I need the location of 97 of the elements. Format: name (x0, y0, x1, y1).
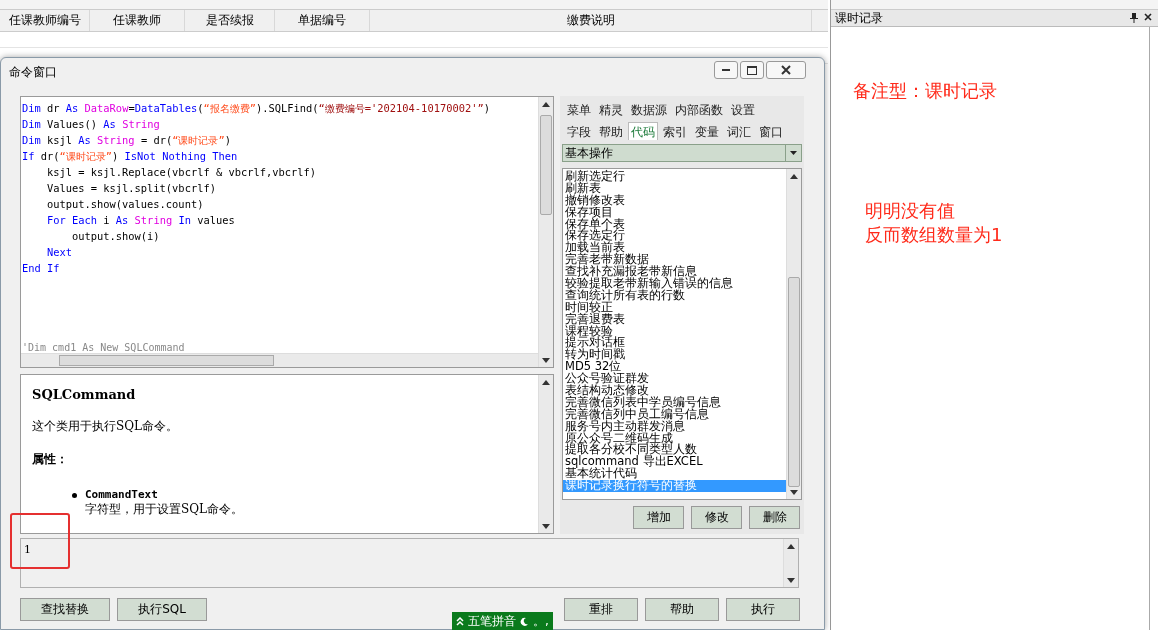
property-name: CommandText (85, 488, 159, 501)
code-editor[interactable] (20, 96, 554, 368)
snippet-item[interactable]: 撤销修改表 (563, 194, 786, 207)
action-button[interactable]: 执行SQL (117, 598, 207, 621)
action-button[interactable]: 查找替换 (20, 598, 110, 621)
maximize-icon (747, 65, 757, 75)
code-line: For Each i As String In values (47, 213, 236, 228)
tool-tab[interactable]: 索引 (660, 122, 690, 140)
tool-tab[interactable]: 代码 (628, 122, 658, 140)
maximize-button[interactable] (740, 61, 764, 79)
scroll-up-icon[interactable] (542, 380, 550, 385)
tool-tab[interactable]: 词汇 (724, 122, 754, 140)
ime-label: 五笔拼音 (468, 612, 516, 630)
close-button[interactable] (766, 61, 806, 79)
tool-tab[interactable]: 变量 (692, 122, 722, 140)
vertical-scrollbar[interactable] (783, 539, 798, 587)
bullet-icon (72, 493, 77, 498)
snippet-item[interactable]: 服务号内主动群发消息 (563, 420, 786, 433)
input-method-bar[interactable]: 五笔拼音 。, (452, 612, 553, 630)
help-text: 这个类用于执行SQL命令。 (32, 418, 180, 435)
caret-icon (790, 151, 797, 155)
column-header[interactable]: 任课教师编号 (0, 10, 90, 31)
tool-tab[interactable]: 设置 (728, 100, 758, 118)
help-title: SQLCommand (32, 387, 137, 402)
snippet-item[interactable]: 完善微信列中员工编号信息 (563, 408, 786, 421)
scroll-down-icon[interactable] (790, 490, 798, 495)
pin-icon[interactable] (1130, 13, 1138, 23)
tool-tab[interactable]: 窗口 (756, 122, 786, 140)
panel-title: 课时记录 (835, 9, 883, 27)
snippet-button[interactable]: 修改 (691, 506, 742, 529)
scroll-down-icon[interactable] (787, 578, 795, 583)
snippet-item[interactable]: 时间较正 (563, 301, 786, 314)
scroll-up-icon[interactable] (542, 102, 550, 107)
tool-tab[interactable]: 菜单 (564, 100, 594, 118)
minimize-icon (722, 69, 730, 71)
column-header[interactable]: 任课教师 (90, 10, 185, 31)
snippet-button[interactable]: 增加 (633, 506, 684, 529)
code-line: output.show(values.count) (47, 197, 205, 212)
horizontal-scrollbar[interactable] (21, 353, 538, 367)
snippet-item[interactable]: 刷新选定行 (563, 171, 786, 183)
vertical-scrollbar[interactable] (786, 169, 801, 499)
code-line: Dim ksjl As String = dr(“课时记录”) (22, 133, 232, 148)
snippet-item[interactable]: 公众号验证群发 (563, 373, 786, 386)
ime-label: 。, (533, 612, 549, 630)
action-button[interactable]: 执行 (726, 598, 800, 621)
text-area[interactable]: 备注型：课时记录 明明没有值 反而数组数量为1 (831, 27, 1150, 630)
snippet-item[interactable]: 查找补充漏报老带新信息 (563, 266, 786, 278)
code-line: Dim Values() As String (22, 117, 161, 132)
help-heading: 属性： (32, 451, 69, 468)
snippet-item[interactable]: 完善微信列表中学员编号信息 (563, 396, 786, 409)
action-button[interactable]: 帮助 (645, 598, 719, 621)
snippet-item[interactable]: 基本统计代码 (563, 468, 786, 481)
output-text: 1 (24, 543, 31, 556)
code-line: 'Dim cmd1 As New SQLCommand (22, 342, 185, 353)
action-button[interactable]: 重排 (564, 598, 638, 621)
snippet-item[interactable]: sqlcommand 导出EXCEL (563, 456, 786, 469)
column-header[interactable]: 单据编号 (275, 10, 370, 31)
scroll-down-icon[interactable] (542, 358, 550, 363)
code-line: Values = ksjl.split(vbcrlf) (47, 181, 217, 196)
code-line: End If (22, 261, 61, 276)
code-line: Dim dr As DataRow=DataTables(“报名缴费”).SQLFind(“缴费编号='202104-10170002'”) (22, 101, 491, 116)
category-dropdown[interactable]: 基本操作 (562, 144, 802, 162)
code-line: Next (47, 245, 74, 260)
tool-tab[interactable]: 字段 (564, 122, 594, 140)
vertical-scrollbar[interactable] (538, 375, 553, 533)
scroll-up-icon[interactable] (787, 544, 795, 549)
vertical-scrollbar[interactable] (538, 97, 553, 367)
close-icon (781, 65, 791, 75)
snippet-item[interactable]: 完善退费表 (563, 313, 786, 326)
snippet-button[interactable]: 删除 (749, 506, 800, 529)
moon-icon (520, 616, 529, 626)
scroll-up-icon[interactable] (790, 174, 798, 179)
code-line: ksjl = ksjl.Replace(vbcrlf & vbcrlf,vbcrlf) (47, 165, 317, 180)
property-description: 字符型，用于设置SQL命令。 (85, 501, 244, 518)
scroll-down-icon[interactable] (542, 524, 550, 529)
annotation-text: 明明没有值 (864, 199, 956, 223)
column-header[interactable]: 缴费说明 (370, 10, 812, 31)
close-icon[interactable] (1144, 13, 1152, 21)
highlight-rectangle (10, 513, 70, 569)
snippet-item[interactable]: 较验提取老带新输入错误的信息 (563, 278, 786, 290)
annotation-text: 备注型：课时记录 (853, 79, 998, 103)
code-line: If dr(“课时记录”) IsNot Nothing Then (22, 149, 239, 164)
snippet-item[interactable]: 表结构动态修改 (563, 385, 786, 397)
tool-tab[interactable]: 帮助 (596, 122, 626, 140)
snippet-item[interactable]: 转为时间戳 (563, 349, 786, 362)
tool-tab[interactable]: 数据源 (628, 100, 670, 118)
snippet-item[interactable]: 保存项目 (563, 206, 786, 219)
code-line: output.show(i) (72, 229, 161, 244)
chevron-up-icon (456, 616, 464, 626)
minimize-button[interactable] (714, 61, 738, 79)
window-title: 命令窗口 (9, 63, 57, 81)
annotation-text: 反而数组数量为1 (864, 223, 1004, 247)
tool-tab[interactable]: 精灵 (596, 100, 626, 118)
snippet-item[interactable]: 刷新表 (563, 182, 786, 195)
tool-tab[interactable]: 内部函数 (672, 100, 726, 118)
column-header[interactable]: 是否续报 (185, 10, 275, 31)
snippet-item[interactable]: 查询统计所有表的行数 (563, 289, 786, 302)
